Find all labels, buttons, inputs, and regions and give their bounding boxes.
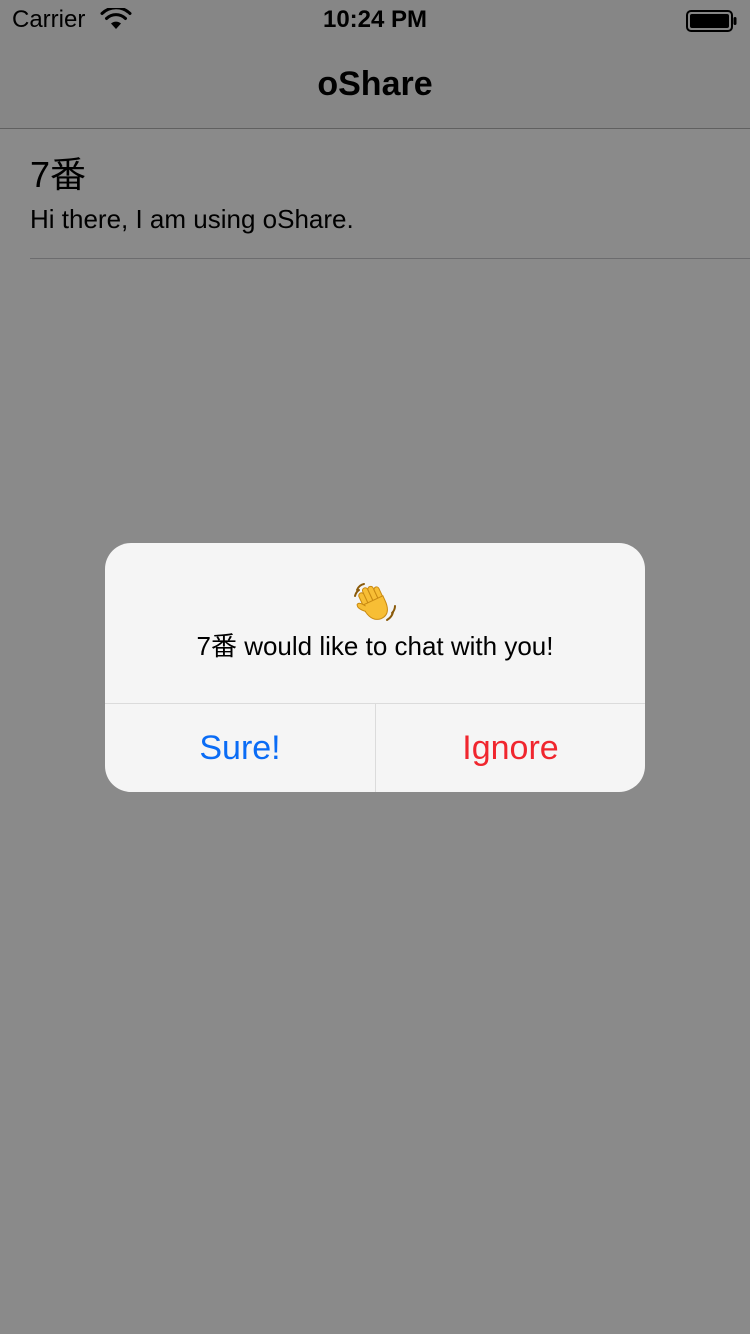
alert-body: 7番 would like to chat with you! bbox=[105, 543, 645, 703]
chat-request-alert: 7番 would like to chat with you! Sure! Ig… bbox=[105, 543, 645, 792]
waving-hand-icon bbox=[354, 583, 396, 621]
sure-button[interactable]: Sure! bbox=[105, 704, 375, 792]
alert-message: 7番 would like to chat with you! bbox=[196, 631, 554, 661]
ignore-button[interactable]: Ignore bbox=[376, 704, 645, 792]
app-screen: Carrier 10:24 PM oShare 7番 Hi there, I a… bbox=[0, 0, 750, 1334]
